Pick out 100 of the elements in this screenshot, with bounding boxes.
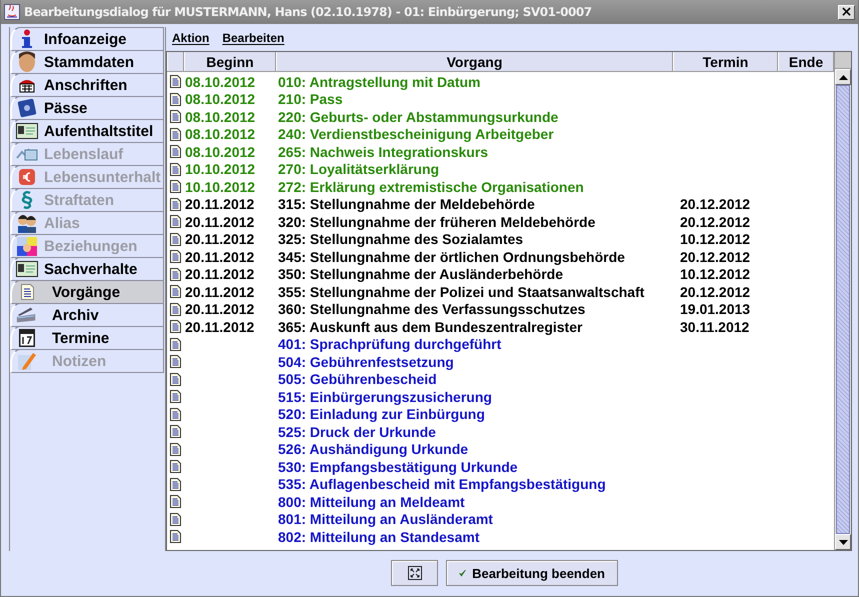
chart-icon [16, 146, 38, 162]
menu-item[interactable]: Bearbeiten [222, 31, 284, 45]
document-icon [170, 285, 181, 298]
table-cell-text: 525: Druck der Urkunde [277, 424, 437, 440]
document-icon [170, 478, 181, 491]
table-cell-text: 802: Mitteilung an Standesamt [277, 528, 480, 545]
sidebar-tab[interactable]: Stammdaten [10, 50, 164, 74]
table-cell-text: 20.12.2012 [679, 214, 752, 230]
table-cell-text: 20.11.2012 [184, 266, 256, 282]
table-cell-text: 240: Verdienstbescheinigung Arbeitgeber [277, 126, 555, 142]
table-cell-text: 220: Geburts- oder Abstammungsurkunde [277, 108, 560, 125]
document-icon [170, 442, 181, 456]
sidebar-tab[interactable]: Pässe [10, 96, 164, 120]
table-cell-text: 08.10.2012 [184, 74, 256, 90]
table-cell-text: 355: Stellungnahme der Polizei und Staatsanwaltschaft [277, 284, 646, 300]
document-icon [170, 495, 181, 508]
document-icon [170, 512, 181, 526]
table-cell-text: 401: Sprachprüfung durchgeführt [277, 336, 502, 352]
table-cell-text: 515: Einbürgerungszusicherung [277, 388, 493, 405]
document-icon [170, 355, 181, 368]
document-icon [170, 215, 181, 228]
table-cell-text: 365: Auskunft aus dem Bundeszentralregister [277, 318, 584, 335]
app-icon [4, 4, 20, 20]
table-cell-text: 350: Stellungnahme der Ausländerbehörde [277, 266, 564, 282]
down-arrow-icon [838, 540, 848, 544]
passport-icon [17, 98, 37, 118]
table-cell-text: 800: Mitteilung an Meldeamt [277, 494, 466, 510]
euro-icon [18, 168, 36, 186]
table-cell-text: 20.11.2012 [184, 248, 256, 265]
table-cell-text: 504: Gebührenfestsetzung [277, 354, 455, 370]
document-icon [170, 128, 181, 141]
document-icon [170, 530, 181, 544]
document-icon [170, 145, 181, 158]
table-cell-text: 20.11.2012 [184, 231, 256, 248]
document-icon [170, 75, 181, 88]
window-title: Bearbeitungsdialog für MUSTERMANN, Hans (02.10.1978) - 01: Einbürgerung; SV01-0007 [24, 5, 593, 19]
up-arrow-icon [838, 74, 848, 80]
document-icon [170, 198, 181, 211]
document-icon [170, 232, 181, 246]
table-cell-text: 10.12.2012 [679, 266, 752, 282]
id-card-icon [16, 123, 38, 139]
document-icon [170, 180, 181, 194]
table-cell-text: 535: Auflagenbescheid mit Empfangsbestätigung [277, 476, 607, 492]
scanner-icon [16, 306, 38, 324]
table-cell-text: 20.12.2012 [679, 248, 752, 265]
table-cell-text: 801: Mitteilung an Ausländeramt [277, 511, 494, 528]
table-cell-text: 526: Aushändigung Urkunde [277, 441, 470, 458]
table-cell-text: 20.12.2012 [679, 196, 752, 212]
document-icon [170, 408, 181, 421]
table-cell-text: 010: Antragstellung mit Datum [277, 74, 482, 90]
table-cell-text: 345: Stellungnahme der örtlichen Ordnungsbehörde [277, 248, 626, 265]
table-cell-text: 265: Nachweis Integrationskurs [277, 144, 490, 160]
id-card-icon [16, 261, 38, 277]
document-icon [170, 110, 181, 124]
document-icon [170, 92, 181, 106]
table-cell-text: 30.11.2012 [679, 318, 750, 335]
column-header[interactable]: Vorgang [276, 52, 673, 71]
sidebar-tab[interactable]: Sachverhalte [10, 257, 164, 281]
sidebar-tab[interactable]: Vorgänge [10, 280, 164, 304]
sidebar-tab[interactable]: Termine [10, 326, 164, 350]
document-icon [170, 162, 181, 176]
sidebar-tab[interactable]: Infoanzeige [10, 27, 164, 51]
sidebar-tab[interactable]: Anschriften [10, 73, 164, 97]
table-cell-text: 272: Erklärung extremistische Organisationen [277, 178, 585, 195]
column-header[interactable]: Beginn [184, 52, 276, 71]
table-cell-text: 20.11.2012 [184, 284, 256, 300]
sidebar-tab[interactable]: Archiv [10, 303, 164, 327]
document-icon [170, 268, 181, 281]
table-cell-text: 530: Empfangsbestätigung Urkunde [277, 458, 519, 475]
paragraph-icon [20, 190, 34, 210]
document-icon [170, 302, 181, 316]
document-icon [170, 250, 181, 264]
document-icon [170, 338, 181, 351]
document-icon [20, 284, 34, 300]
table-cell-text: 10.10.2012 [184, 178, 256, 195]
column-header[interactable]: Termin [673, 52, 778, 71]
table-cell-text: 210: Pass [277, 91, 344, 108]
sidebar-tab[interactable]: Aufenthaltstitel [10, 119, 164, 143]
table-cell-text: 20.11.2012 [184, 214, 256, 230]
finish-button[interactable]: Bearbeitung beenden [446, 560, 618, 586]
table-cell-text: 505: Gebührenbescheid [277, 371, 438, 388]
table-cell-text: 08.10.2012 [184, 108, 256, 125]
table-cell-text: 320: Stellungnahme der früheren Meldebehörde [277, 214, 596, 230]
family-icon [16, 236, 38, 256]
table-cell-text: 520: Einladung zur Einbürgung [277, 406, 486, 422]
table-cell-text: 20.11.2012 [184, 301, 256, 318]
close-button[interactable]: × [838, 4, 855, 20]
table-cell-text: 20.11.2012 [184, 318, 256, 335]
document-icon [170, 460, 181, 474]
scrollbar[interactable] [834, 52, 851, 550]
table-cell-text: 10.12.2012 [679, 231, 752, 248]
document-icon [170, 425, 181, 438]
table-cell-text: 08.10.2012 [184, 91, 256, 108]
table-cell-text: 08.10.2012 [184, 126, 256, 142]
menu-item[interactable]: Aktion [172, 31, 210, 45]
table-cell-text: 360: Stellungnahme des Verfassungsschutzes [277, 301, 586, 318]
document-icon [170, 320, 181, 334]
table-cell-text: 270: Loyalitätserklärung [277, 161, 440, 178]
maximize-button[interactable] [391, 560, 438, 586]
table-cell-text: 20.12.2012 [679, 284, 752, 300]
